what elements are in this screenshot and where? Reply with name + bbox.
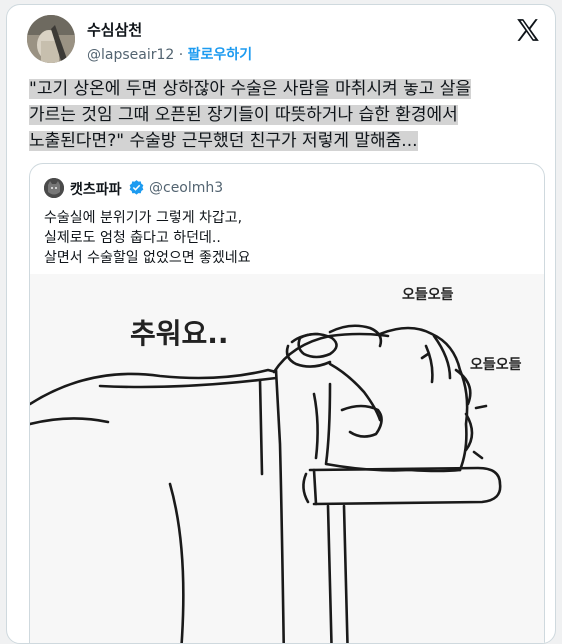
- quoted-text-line: 수술실에 분위기가 그렇게 차갑고,: [44, 210, 243, 226]
- tweet-line: "고기 상온에 두면 상하잖아 수술은 사람을 마취시켜 놓고 살을: [29, 79, 472, 99]
- handle-separator: ·: [178, 47, 184, 63]
- author-avatar[interactable]: [27, 15, 75, 63]
- author-handle-row: @lapseair12 · 팔로우하기: [87, 44, 252, 64]
- author-handle[interactable]: @lapseair12: [87, 47, 174, 63]
- quoted-tweet-text: 수술실에 분위기가 그렇게 차갑고, 실제로도 엄청 춥다고 하던데.. 살면서…: [44, 208, 524, 268]
- quoted-author-name[interactable]: 캣츠파파: [70, 179, 122, 199]
- quoted-author-avatar[interactable]: [44, 178, 64, 198]
- quoted-text-line: 살면서 수술할일 없었으면 좋겠네요: [44, 250, 251, 266]
- speech-text: 추워요..: [130, 317, 229, 350]
- verified-badge-icon: [129, 180, 144, 195]
- shiver-text-top: 오들오들: [402, 287, 454, 303]
- tweet-text: "고기 상온에 두면 상하잖아 수술은 사람을 마취시켜 놓고 살을 가르는 것…: [29, 76, 549, 154]
- patient-drawing: [30, 324, 502, 643]
- x-logo-icon[interactable]: [515, 17, 541, 43]
- tweet-card: 수심삼천 @lapseair12 · 팔로우하기 "고기 상온에 두면 상하잖아…: [6, 4, 556, 644]
- follow-button[interactable]: 팔로우하기: [188, 47, 252, 63]
- quoted-tweet[interactable]: 캣츠파파 @ceolmh3 수술실에 분위기가 그렇게 차갑고, 실제로도 엄청…: [29, 163, 545, 643]
- quoted-author-handle[interactable]: @ceolmh3: [149, 180, 223, 196]
- cartoon-illustration[interactable]: 추워요.. 오들오들 오들오들: [30, 274, 544, 643]
- shiver-text-side: 오들오들: [470, 357, 522, 373]
- tweet-line: 가르는 것임 그때 오픈된 장기들이 따뜻하거나 습한 환경에서: [29, 105, 458, 125]
- tweet-line: 노출된다면?" 수술방 근무했던 친구가 저렇게 말해줌...: [29, 131, 418, 151]
- quoted-text-line: 실제로도 엄청 춥다고 하던데..: [44, 230, 221, 246]
- author-name[interactable]: 수심삼천: [87, 19, 142, 40]
